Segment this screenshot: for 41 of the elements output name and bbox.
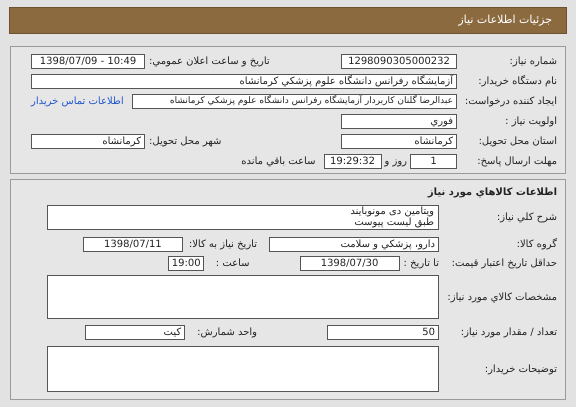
field-label: استان محل تحويل: [478,136,557,147]
summary-field[interactable]: ويتامين دی مونوبايند طبق ليست پيوست [47,205,439,230]
field-label: تعداد / مقدار مورد نياز: [460,327,557,338]
field-label: مشخصات كالاي مورد نياز: [447,292,557,302]
field-label: توضيحات خريدار: [484,364,557,374]
field-label: گروه كالا: [516,239,557,250]
text-field[interactable]: فوري [341,114,457,129]
text-field[interactable]: كرمانشاه [341,134,457,149]
text-field[interactable]: عبدالرضا گلنان كاربردار آزمايشگاه رفرانس دانشگاه علوم پزشكي كرمانشاه [132,94,457,109]
text-field[interactable]: 1398/07/11 [82,237,183,252]
field-label: ساعت باقي مانده [241,155,316,169]
text-field[interactable]: 50 [327,325,439,340]
field-label: ساعت : [216,257,250,271]
buyer-notes-field[interactable] [47,346,439,392]
field-label: تا تاريخ : [404,257,439,271]
text-field[interactable]: 19:29:32 [324,154,382,169]
section-title: اطلاعات كالاهاي مورد نياز [426,186,557,200]
field-label: شرح كلي نياز: [496,212,557,223]
field-label: ايجاد كننده درخواست: [464,96,557,107]
field-label: شماره نياز: [510,56,557,67]
field-label: واحد شمارش: [197,326,257,340]
text-field[interactable]: 1 [410,154,457,169]
text-field[interactable]: دارو، پزشكي و سلامت [269,237,439,252]
header-title: جزئيات اطلاعات نياز [458,12,552,28]
text-field[interactable]: 1298090305000232 [341,54,457,69]
field-label: اولويت نياز : [505,116,557,127]
text-field[interactable]: كيت [85,325,186,340]
field-label: تاريخ و ساعت اعلان عمومي: [149,55,270,69]
text-field[interactable]: 1398/07/09 - 10:49 [31,54,145,69]
field-label: نام دستگاه خريدار: [478,76,557,87]
buyer-contact-link[interactable]: اطلاعات تماس خريدار [31,94,124,109]
field-label: مهلت ارسال پاسخ: [477,156,557,167]
text-field[interactable]: آزمايشگاه رفرانس دانشگاه علوم پزشكي كرمانشاه [31,74,457,89]
field-label: روز و [384,155,407,169]
specs-field[interactable] [47,275,439,319]
text-field[interactable]: 1398/07/30 [300,256,400,271]
field-label: شهر محل تحويل: [149,135,222,149]
field-label: حداقل تاريخ اعتبار قيمت: [452,258,557,269]
text-field[interactable]: كرمانشاه [31,134,145,149]
text-field[interactable]: 19:00 [168,256,204,271]
field-label: تاريخ نياز به كالا: [188,238,257,252]
